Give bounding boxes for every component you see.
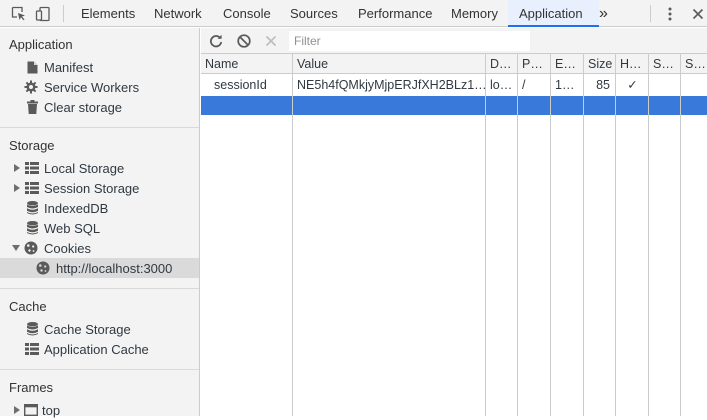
section-title-frames: Frames — [9, 380, 54, 395]
section-title-cache: Cache — [9, 299, 47, 314]
column-header-samesite[interactable]: S… — [681, 54, 707, 74]
cookie-icon — [24, 241, 38, 255]
section-title-storage: Storage — [9, 138, 55, 153]
column-divider — [517, 54, 518, 416]
column-divider — [292, 54, 293, 416]
delete-selected-icon[interactable] — [262, 32, 280, 50]
sidebar-item-manifest[interactable]: Manifest — [0, 57, 199, 77]
database-icon — [25, 201, 39, 215]
toolbar-separator — [63, 5, 64, 22]
expand-arrow-icon[interactable] — [13, 406, 21, 414]
grid-icon — [25, 342, 39, 356]
section-divider — [0, 369, 199, 370]
column-header-expires[interactable]: E… — [551, 54, 584, 74]
tab-elements[interactable]: Elements — [81, 0, 135, 27]
application-sidebar: Application Manifest Service Workers Cle… — [0, 28, 200, 418]
devtools-tabbar: Elements Network Console Sources Perform… — [0, 0, 707, 27]
gear-icon — [24, 80, 38, 94]
tab-memory[interactable]: Memory — [451, 0, 498, 27]
column-divider — [583, 54, 584, 416]
sidebar-item-label: Cookies — [44, 240, 91, 256]
kebab-menu-icon[interactable] — [658, 0, 682, 27]
cell-value: NE5h4fQMkjyMjpERJfXH2BLz1… — [297, 78, 486, 92]
sidebar-item-service-workers[interactable]: Service Workers — [0, 77, 199, 97]
sidebar-item-clear-storage[interactable]: Clear storage — [0, 97, 199, 117]
tab-performance[interactable]: Performance — [358, 0, 432, 27]
cell-path: / — [522, 78, 526, 92]
column-divider — [550, 54, 551, 416]
device-toolbar-icon[interactable] — [31, 0, 55, 27]
sidebar-item-label: http://localhost:3000 — [56, 260, 173, 276]
cell-domain: lo… — [490, 78, 513, 92]
sidebar-item-cookies[interactable]: Cookies — [0, 238, 199, 258]
sidebar-item-session-storage[interactable]: Session Storage — [0, 178, 199, 198]
more-tabs-button[interactable]: » — [599, 0, 608, 27]
column-header-secure[interactable]: S… — [649, 54, 681, 74]
tab-application[interactable]: Application — [519, 0, 583, 27]
table-row[interactable]: sessionId NE5h4fQMkjyMjpERJfXH2BLz1… lo…… — [201, 75, 707, 96]
grid-icon — [25, 161, 39, 175]
column-divider — [615, 54, 616, 416]
column-divider — [680, 54, 681, 416]
cookies-table: Name Value D… P… E… Size H… S… S… sessio… — [201, 54, 707, 416]
sidebar-item-label: Cache Storage — [44, 321, 131, 337]
expand-arrow-icon[interactable] — [13, 164, 21, 172]
cell-name: sessionId — [214, 78, 267, 92]
sidebar-item-label: Local Storage — [44, 160, 125, 176]
cell-httponly: ✓ — [627, 78, 638, 92]
trash-icon — [25, 100, 39, 114]
sidebar-item-cookies-localhost[interactable]: http://localhost:3000 — [0, 258, 199, 278]
database-icon — [25, 221, 39, 235]
database-icon — [25, 322, 39, 336]
column-header-size[interactable]: Size — [584, 54, 616, 74]
cookie-icon — [36, 261, 50, 275]
tab-console[interactable]: Console — [223, 0, 271, 27]
column-header-domain[interactable]: D… — [486, 54, 518, 74]
cell-samesite — [681, 75, 707, 96]
sidebar-item-label: Manifest — [44, 59, 94, 75]
tab-sources[interactable]: Sources — [290, 0, 338, 27]
frame-icon — [24, 403, 38, 417]
grid-icon — [25, 181, 39, 195]
sidebar-item-indexeddb[interactable]: IndexedDB — [0, 198, 199, 218]
sidebar-item-label: IndexedDB — [44, 200, 109, 216]
refresh-icon[interactable] — [207, 32, 225, 50]
sidebar-item-application-cache[interactable]: Application Cache — [0, 339, 199, 359]
cell-expires: 1… — [555, 78, 575, 92]
active-tab-indicator — [508, 25, 599, 27]
column-divider — [485, 54, 486, 416]
sidebar-item-web-sql[interactable]: Web SQL — [0, 218, 199, 238]
column-divider — [648, 54, 649, 416]
document-icon — [25, 60, 39, 74]
column-header-name[interactable]: Name — [201, 54, 293, 74]
sidebar-item-local-storage[interactable]: Local Storage — [0, 158, 199, 178]
sidebar-item-label: Session Storage — [44, 180, 140, 196]
column-header-value[interactable]: Value — [293, 54, 486, 74]
tab-network[interactable]: Network — [154, 0, 202, 27]
sidebar-item-label: Web SQL — [44, 220, 101, 236]
close-devtools-button[interactable] — [686, 0, 707, 27]
column-header-httponly[interactable]: H… — [616, 54, 649, 74]
sidebar-item-frame-top[interactable]: top — [0, 400, 199, 420]
table-header: Name Value D… P… E… Size H… S… S… — [201, 54, 707, 74]
collapse-arrow-icon[interactable] — [12, 244, 20, 252]
sidebar-item-label: Clear storage — [44, 99, 123, 115]
expand-arrow-icon[interactable] — [13, 184, 21, 192]
section-title-application: Application — [9, 37, 73, 52]
filter-input[interactable] — [289, 31, 530, 51]
column-header-path[interactable]: P… — [518, 54, 551, 74]
clear-all-icon[interactable] — [235, 32, 253, 50]
section-divider — [0, 288, 199, 289]
inspect-element-icon[interactable] — [6, 0, 30, 27]
sidebar-item-label: Service Workers — [44, 79, 140, 95]
sidebar-item-cache-storage[interactable]: Cache Storage — [0, 319, 199, 339]
cell-size: 85 — [596, 78, 610, 92]
toolbar-separator — [650, 5, 651, 22]
cell-secure — [649, 75, 681, 96]
section-divider — [0, 127, 199, 128]
cookies-toolbar — [201, 28, 707, 54]
sidebar-item-label: Application Cache — [44, 341, 149, 357]
sidebar-item-label: top — [42, 402, 61, 418]
table-row-selected-empty[interactable] — [201, 96, 707, 115]
